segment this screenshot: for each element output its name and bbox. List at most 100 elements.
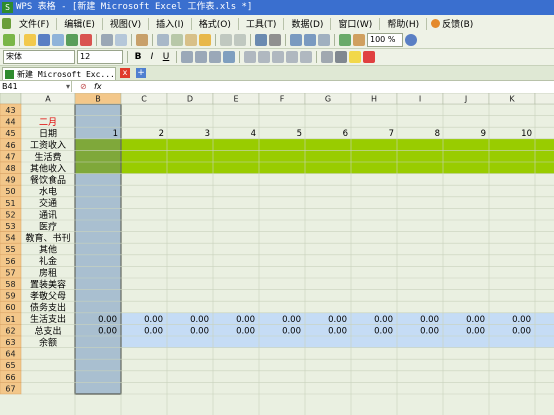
menu-window[interactable]: 窗口(W) [332, 17, 378, 30]
autosum-icon[interactable] [269, 34, 281, 46]
menu-file[interactable]: 文件(F) [13, 17, 55, 30]
paste-icon[interactable] [185, 34, 197, 46]
font-size-select[interactable]: 12 [77, 50, 123, 64]
open-folder-icon[interactable] [24, 34, 36, 46]
menu-format[interactable]: 格式(O) [193, 17, 237, 30]
cancel-icon[interactable]: ⊘ [80, 81, 87, 93]
selected-column-cell[interactable] [75, 278, 121, 290]
menu-help[interactable]: 帮助(H) [381, 17, 425, 30]
day-number: 1 [113, 129, 118, 139]
row-band [75, 162, 554, 174]
pdf-icon[interactable] [80, 34, 92, 46]
selected-column-cell[interactable] [75, 173, 121, 186]
zoom-select[interactable]: 100 % [367, 33, 403, 47]
select-all-corner[interactable] [0, 93, 22, 105]
selected-column-cell[interactable] [75, 115, 121, 128]
selected-column-cell[interactable] [75, 359, 121, 371]
selected-column-cell[interactable] [75, 347, 121, 360]
print-preview-icon[interactable] [115, 34, 127, 46]
undo-icon[interactable] [220, 34, 232, 46]
selected-column-cell[interactable] [75, 243, 121, 255]
save-icon[interactable] [38, 34, 50, 46]
row-number: 46 [5, 141, 15, 150]
selected-column-cell[interactable] [75, 382, 121, 394]
row-number: 48 [5, 164, 15, 173]
dropdown-icon[interactable]: ▾ [66, 81, 70, 93]
percent-icon[interactable] [258, 51, 270, 63]
selected-column-cell[interactable] [75, 231, 121, 244]
underline-button[interactable]: U [160, 52, 172, 62]
format-painter-icon[interactable] [199, 34, 211, 46]
sort-descending-icon[interactable] [304, 34, 316, 46]
hyperlink-icon[interactable] [255, 34, 267, 46]
row-label: 通讯 [39, 210, 57, 221]
increase-decimal-icon[interactable] [286, 51, 298, 63]
selected-column-cell[interactable] [75, 370, 121, 383]
comma-style-icon[interactable] [272, 51, 284, 63]
tab-workbook[interactable]: 新建 Microsoft Exc... [2, 67, 116, 80]
selected-column-cell[interactable] [75, 104, 121, 116]
font-name-select[interactable]: 宋体 [3, 50, 75, 64]
align-center-icon[interactable] [195, 51, 207, 63]
menu-feedback[interactable]: 反馈(B) [440, 17, 479, 30]
selected-column-cell[interactable] [75, 185, 121, 197]
sort-ascending-icon[interactable] [290, 34, 302, 46]
spreadsheet-grid: ABCDEFGHIJKL4344454647484950515253545556… [0, 93, 554, 415]
new-tab-icon[interactable]: + [136, 68, 146, 78]
help-icon[interactable] [405, 34, 417, 46]
italic-button[interactable]: I [146, 52, 158, 62]
chart-icon[interactable] [339, 34, 351, 46]
close-tab-icon[interactable]: x [120, 68, 130, 78]
selected-column-cell[interactable] [75, 196, 121, 209]
font-color-icon[interactable] [363, 51, 375, 63]
save-as-icon[interactable] [52, 34, 64, 46]
align-right-icon[interactable] [209, 51, 221, 63]
selected-column-cell[interactable] [75, 336, 121, 348]
selected-column-cell[interactable] [75, 150, 121, 162]
row-label: 水电 [39, 186, 57, 198]
borders-icon[interactable] [335, 51, 347, 63]
selected-column-cell[interactable] [75, 220, 121, 232]
merge-center-icon[interactable] [223, 51, 235, 63]
selected-column-cell[interactable] [75, 289, 121, 302]
email-icon[interactable] [66, 34, 78, 46]
selected-column-cell[interactable] [75, 138, 121, 151]
selected-column-cell[interactable] [75, 301, 121, 313]
spellcheck-icon[interactable] [136, 34, 148, 46]
indent-icon[interactable] [321, 51, 333, 63]
row-label: 交通 [39, 197, 57, 209]
bold-button[interactable]: B [132, 52, 144, 62]
menu-edit[interactable]: 编辑(E) [58, 17, 101, 30]
column-header-l[interactable] [534, 93, 554, 105]
zero-value: 0.00 [374, 326, 393, 336]
row-label: 餐饮食品 [30, 174, 66, 186]
menu-tools[interactable]: 工具(T) [240, 17, 283, 30]
drawing-icon[interactable] [353, 34, 365, 46]
day-number: 7 [389, 129, 394, 139]
selected-column-cell[interactable] [75, 208, 121, 220]
menu-bar: 文件(F) 编辑(E) 视图(V) 插入(I) 格式(O) 工具(T) 数据(D… [0, 15, 554, 33]
currency-icon[interactable] [244, 51, 256, 63]
selected-column-cell[interactable] [75, 266, 121, 278]
menu-data[interactable]: 数据(D) [285, 17, 329, 30]
row-number: 54 [5, 234, 15, 243]
name-box[interactable]: B41 [0, 81, 72, 92]
filter-icon[interactable] [318, 34, 330, 46]
selected-column-cell[interactable] [75, 162, 121, 174]
menu-insert[interactable]: 插入(I) [150, 17, 190, 30]
menu-view[interactable]: 视图(V) [104, 17, 147, 30]
row-label: 其他收入 [30, 162, 66, 174]
decrease-decimal-icon[interactable] [300, 51, 312, 63]
fill-color-icon[interactable] [349, 51, 361, 63]
selected-column-cell[interactable] [75, 254, 121, 267]
row-label: 二月 [39, 117, 57, 128]
print-icon[interactable] [101, 34, 113, 46]
zero-value: 0.00 [466, 315, 485, 325]
new-doc-icon[interactable] [3, 34, 15, 46]
redo-icon[interactable] [234, 34, 246, 46]
row-number: 65 [5, 361, 15, 370]
align-left-icon[interactable] [181, 51, 193, 63]
cut-icon[interactable] [157, 34, 169, 46]
function-button[interactable]: fx [94, 81, 102, 93]
copy-icon[interactable] [171, 34, 183, 46]
